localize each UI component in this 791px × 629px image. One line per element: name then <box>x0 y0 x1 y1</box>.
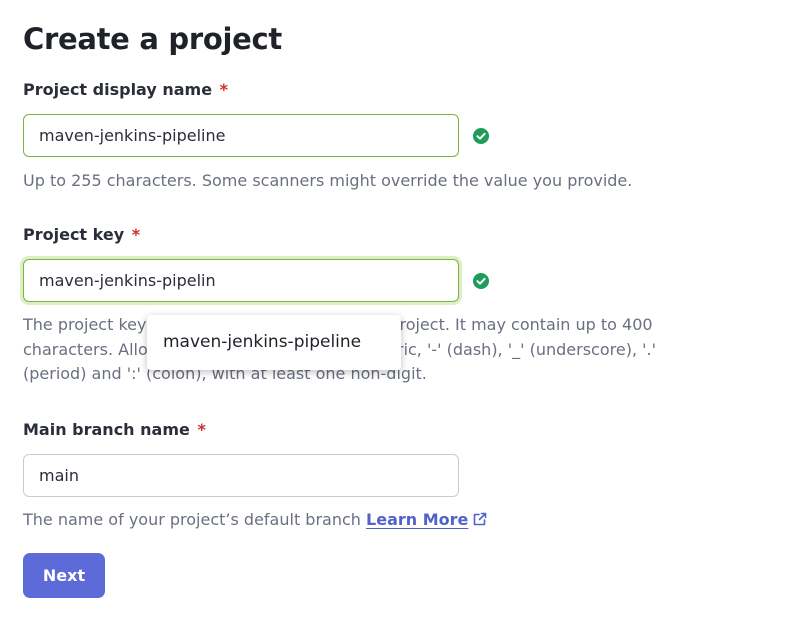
project-key-label-text: Project key <box>23 225 125 244</box>
display-name-input[interactable] <box>23 114 459 157</box>
project-key-input[interactable] <box>23 259 459 302</box>
display-name-label: Project display name * <box>23 80 228 100</box>
main-branch-label-text: Main branch name <box>23 420 190 439</box>
check-circle-icon <box>473 273 489 289</box>
required-mark: * <box>197 420 206 439</box>
required-mark: * <box>219 80 229 99</box>
main-branch-help-text: The name of your project’s default branc… <box>23 510 361 529</box>
learn-more-link[interactable]: Learn More <box>366 510 488 529</box>
display-name-label-text: Project display name <box>23 80 213 99</box>
learn-more-text: Learn More <box>366 510 469 529</box>
external-link-icon <box>474 512 487 526</box>
main-branch-help: The name of your project’s default branc… <box>23 508 683 533</box>
display-name-help: Up to 255 characters. Some scanners migh… <box>23 171 633 190</box>
next-button[interactable]: Next <box>23 553 105 598</box>
main-branch-input[interactable] <box>23 454 459 497</box>
check-circle-icon <box>473 128 489 144</box>
autocomplete-suggestion[interactable]: maven-jenkins-pipeline <box>147 315 401 370</box>
page-title: Create a project <box>23 22 282 56</box>
required-mark: * <box>131 225 141 244</box>
main-branch-label: Main branch name * <box>23 420 206 440</box>
project-key-label: Project key * <box>23 225 140 245</box>
